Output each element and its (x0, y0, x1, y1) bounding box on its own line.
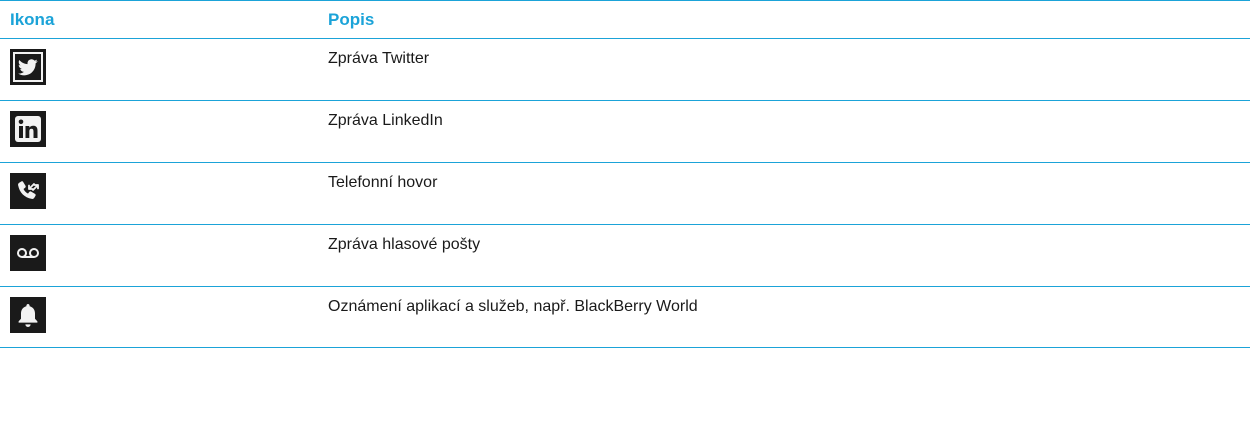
description-cell: Zpráva Twitter (328, 50, 430, 67)
twitter-icon (10, 49, 46, 85)
phone-call-icon (10, 173, 46, 209)
description-cell: Telefonní hovor (328, 174, 438, 191)
voicemail-icon (10, 235, 46, 271)
table-row: Zpráva hlasové pošty (0, 224, 1250, 286)
bell-icon (10, 297, 46, 333)
description-cell: Oznámení aplikací a služeb, např. BlackB… (328, 298, 698, 315)
table-row: Oznámení aplikací a služeb, např. BlackB… (0, 286, 1250, 348)
column-header-icon: Ikona (10, 9, 55, 29)
icon-cell (0, 39, 328, 85)
icon-cell (0, 163, 328, 209)
description-cell: Zpráva hlasové pošty (328, 236, 481, 253)
icon-cell (0, 225, 328, 271)
table-row: Zpráva LinkedIn (0, 100, 1250, 162)
icon-description-table: Ikona Popis Zpráva Twitter Zpráva Linked… (0, 0, 1250, 348)
column-header-description: Popis (328, 9, 375, 29)
description-cell: Zpráva LinkedIn (328, 112, 443, 129)
icon-cell (0, 101, 328, 147)
table-row: Zpráva Twitter (0, 38, 1250, 100)
table-header-row: Ikona Popis (0, 0, 1250, 38)
table-row: Telefonní hovor (0, 162, 1250, 224)
icon-cell (0, 287, 328, 333)
linkedin-icon (10, 111, 46, 147)
